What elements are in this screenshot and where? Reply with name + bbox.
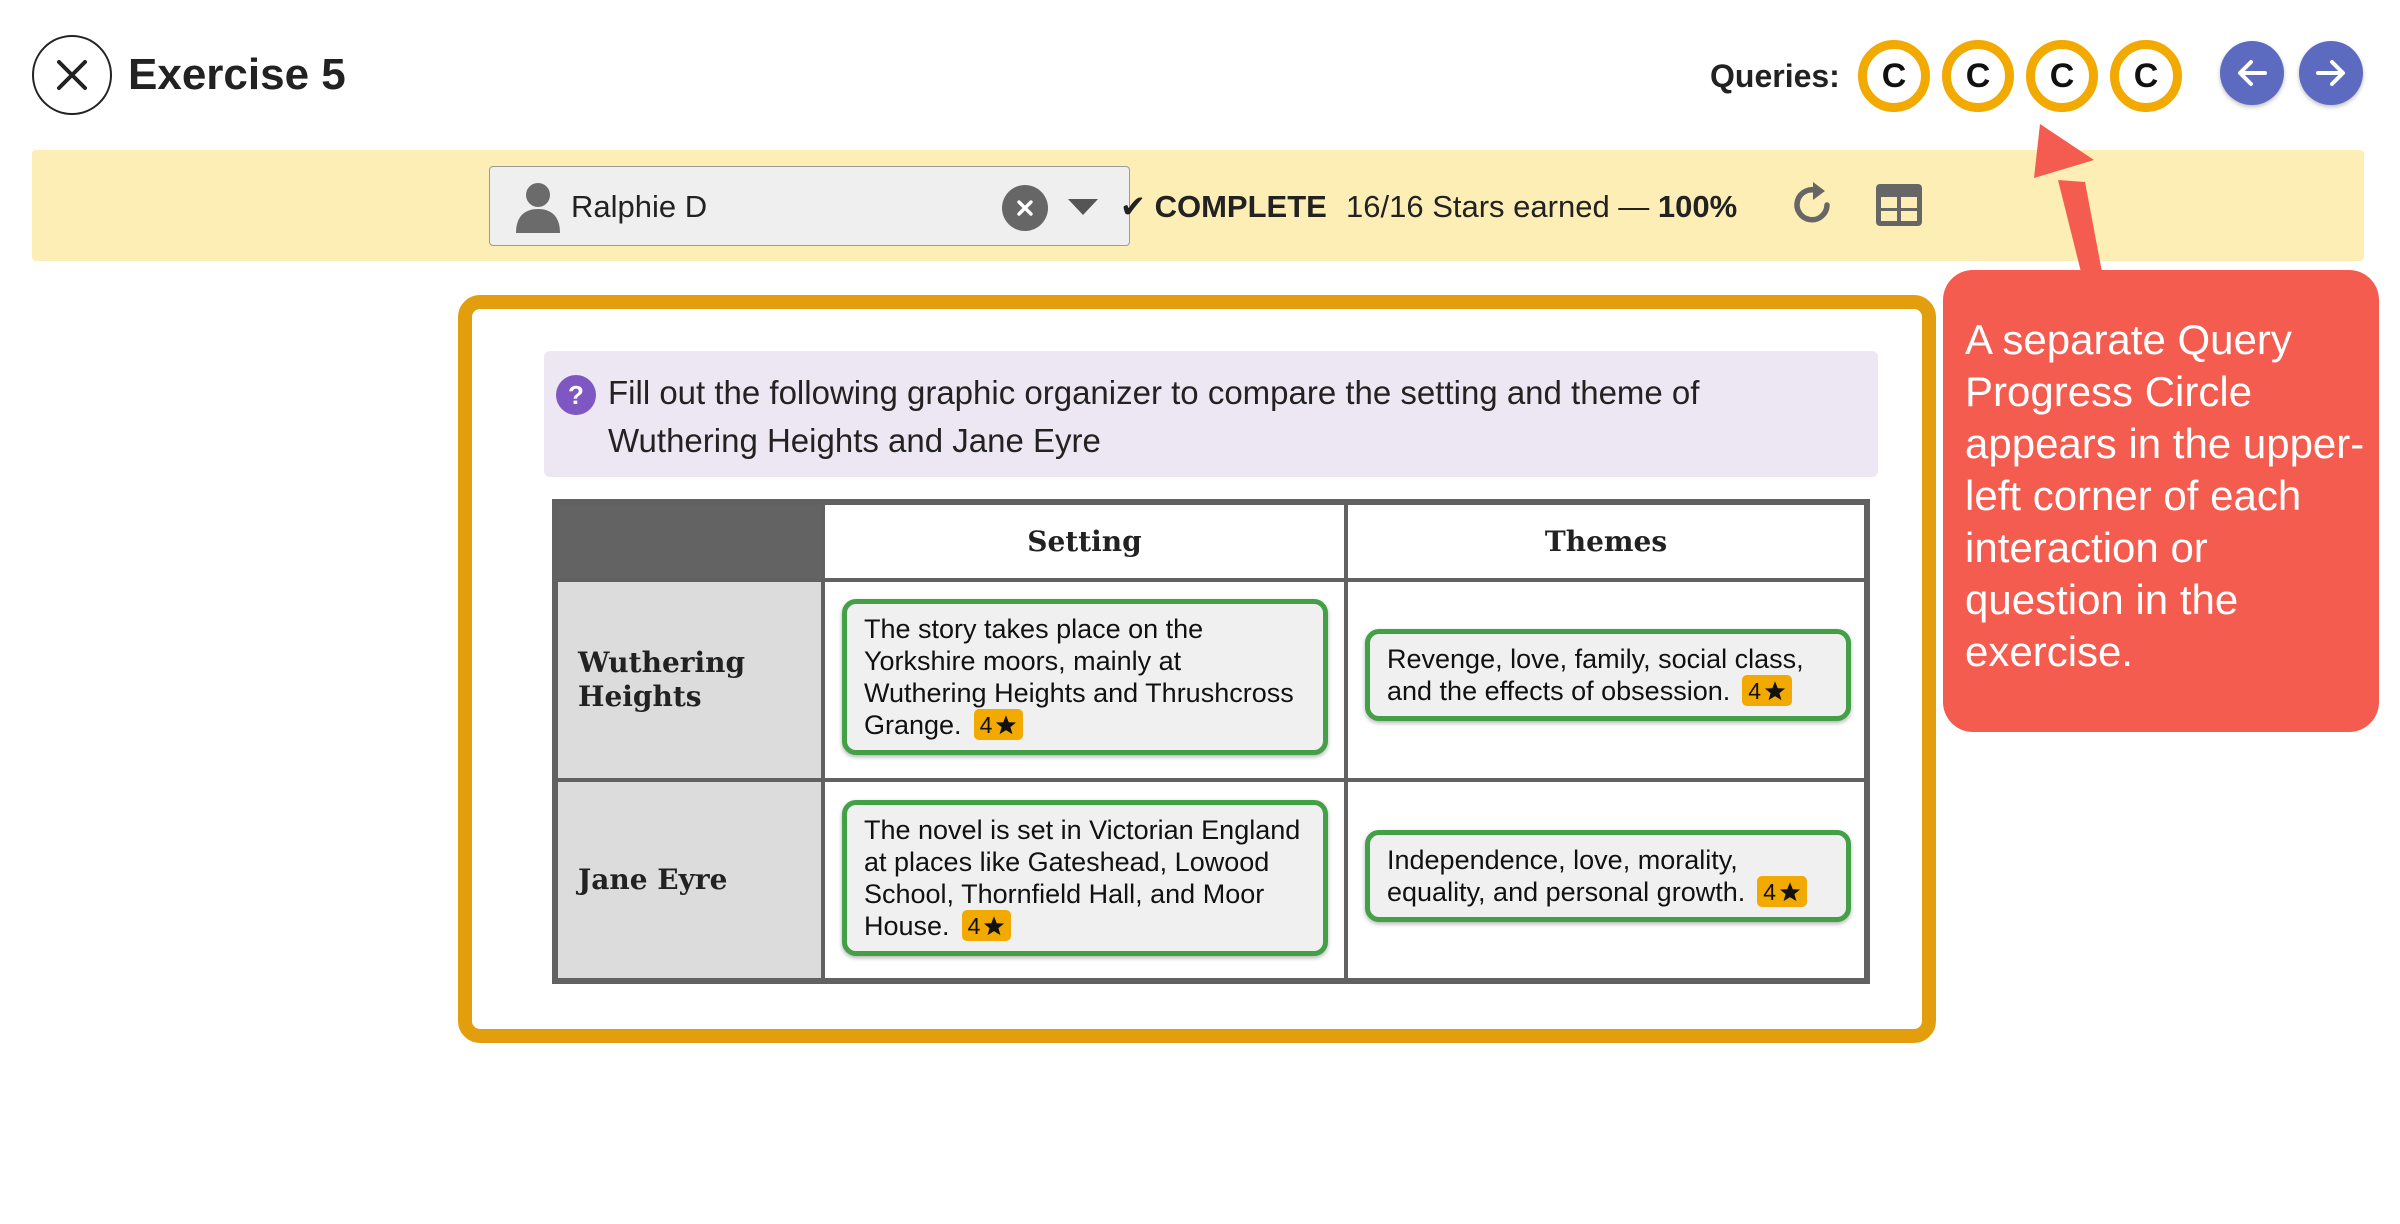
cell-themes-2: Independence, love, morality, equality, … [1348,782,1864,978]
star-badge: 4 [1742,675,1793,707]
stars-earned: 16/16 Stars earned — 100% [1346,188,1737,226]
query-progress-circle-1[interactable]: C [1858,40,1930,112]
callout-annotation: A separate Query Progress Circle appears… [1943,270,2379,732]
star-icon [984,916,1005,936]
callout-text: A separate Query Progress Circle appears… [1965,316,2365,675]
question-prompt: ? Fill out the following graphic organiz… [544,351,1878,477]
cell-themes-1: Revenge, love, family, social class, and… [1348,582,1864,778]
star-icon [1764,681,1786,701]
answer-setting-2[interactable]: The novel is set in Victorian England at… [842,800,1328,956]
close-icon [57,60,87,90]
exercise-card: ? Fill out the following graphic organiz… [458,295,1936,1043]
star-count: 4 [979,711,993,738]
organizer-corner [558,505,821,578]
column-header-setting: Setting [825,505,1344,578]
page-title: Exercise 5 [128,50,346,99]
star-count: 4 [1748,677,1762,704]
student-name: Ralphie D [571,189,708,224]
star-badge: 4 [973,709,1024,741]
query-progress-circle-2[interactable]: C [1942,40,2014,112]
star-icon [996,715,1017,735]
student-select[interactable]: Ralphie D [489,166,1130,246]
close-button[interactable] [32,35,112,115]
person-icon [516,183,560,233]
column-header-themes: Themes [1348,505,1864,578]
stars-percent: 100% [1657,189,1738,224]
answer-themes-1[interactable]: Revenge, love, family, social class, and… [1365,629,1851,721]
row-header-jane-eyre: Jane Eyre [558,782,821,978]
answer-text: Independence, love, morality, equality, … [1387,845,1746,907]
star-badge: 4 [961,910,1012,942]
row-label: Jane Eyre [578,863,728,896]
queries-label: Queries: [1710,58,1840,94]
answer-text: Revenge, love, family, social class, and… [1387,644,1804,706]
arrow-right-icon [2316,60,2345,86]
answer-text: The novel is set in Victorian England at… [864,815,1301,941]
clear-icon [1017,200,1033,216]
cell-setting-2: The novel is set in Victorian England at… [825,782,1344,978]
cell-setting-1: The story takes place on the Yorkshire m… [825,582,1344,778]
answer-themes-2[interactable]: Independence, love, morality, equality, … [1365,830,1851,922]
graphic-organizer: Setting Themes Wuthering Heights The sto… [552,499,1870,984]
query-progress-circle-3[interactable]: C [2026,40,2098,112]
star-icon [1779,882,1801,902]
clear-student-button[interactable] [1002,185,1048,231]
question-text: Fill out the following graphic organizer… [608,374,1700,459]
star-count: 4 [1763,878,1777,905]
query-progress-circle-4[interactable]: C [2110,40,2182,112]
table-icon[interactable] [1874,182,1924,228]
previous-button[interactable] [2220,41,2284,105]
answer-text: The story takes place on the Yorkshire m… [864,614,1294,740]
row-label: Wuthering Heights [578,646,746,713]
chevron-down-icon[interactable] [1066,197,1100,217]
help-icon: ? [556,375,596,415]
reload-icon[interactable] [1787,180,1837,230]
answer-setting-1[interactable]: The story takes place on the Yorkshire m… [842,599,1328,755]
row-header-wuthering-heights: Wuthering Heights [558,582,821,778]
status-bar: Ralphie D ✔ COMPLETE 16/16 Stars earned … [32,150,2364,261]
star-badge: 4 [1757,876,1808,908]
next-button[interactable] [2299,41,2363,105]
stars-earned-text: 16/16 Stars earned — [1346,189,1658,224]
complete-status: ✔ COMPLETE [1120,189,1327,224]
star-count: 4 [967,912,981,939]
arrow-left-icon [2238,60,2267,86]
